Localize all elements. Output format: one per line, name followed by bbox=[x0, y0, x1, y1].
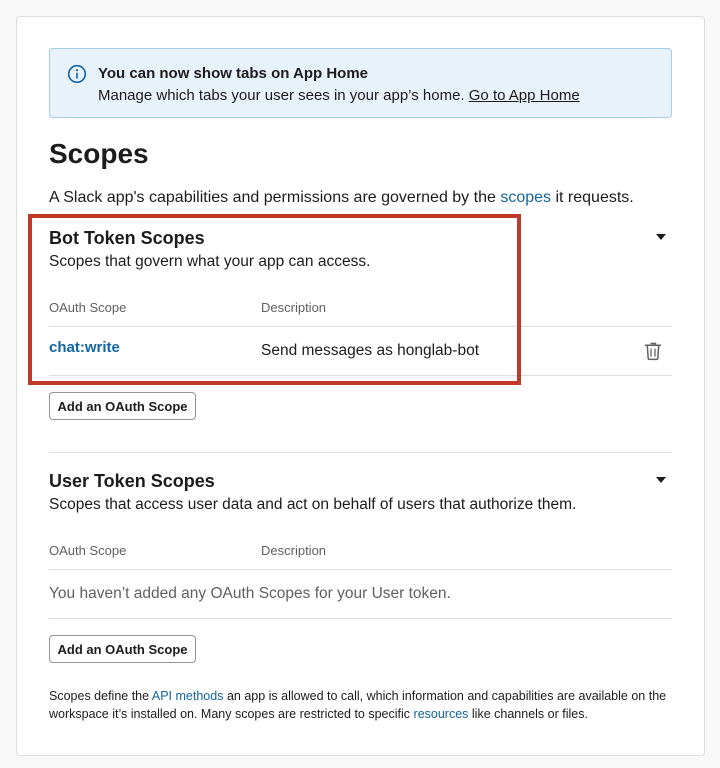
banner-body-text: Manage which tabs your user sees in your… bbox=[98, 87, 465, 104]
intro-text-before: A Slack app's capabilities and permissio… bbox=[49, 189, 496, 206]
divider bbox=[49, 375, 672, 376]
footer-text-3: like channels or files. bbox=[471, 707, 588, 721]
bot-scopes-collapse-caret-icon[interactable] bbox=[656, 234, 666, 240]
section-divider bbox=[49, 452, 672, 453]
bot-add-oauth-scope-button[interactable]: Add an OAuth Scope bbox=[49, 392, 196, 420]
scopes-link[interactable]: scopes bbox=[500, 189, 551, 206]
divider bbox=[49, 326, 672, 327]
resources-link[interactable]: resources bbox=[414, 707, 469, 721]
info-icon bbox=[67, 64, 87, 84]
user-col-oauth-scope: OAuth Scope bbox=[49, 543, 127, 558]
banner-body: Manage which tabs your user sees in your… bbox=[98, 87, 580, 104]
page-title: Scopes bbox=[49, 138, 149, 169]
user-add-oauth-scope-button[interactable]: Add an OAuth Scope bbox=[49, 635, 196, 663]
info-banner: You can now show tabs on App Home Manage… bbox=[49, 48, 672, 118]
user-token-scopes-subtitle: Scopes that access user data and act on … bbox=[49, 496, 577, 513]
go-to-app-home-link[interactable]: Go to App Home bbox=[469, 87, 580, 104]
user-token-scopes-title: User Token Scopes bbox=[49, 471, 215, 491]
banner-title: You can now show tabs on App Home bbox=[98, 65, 369, 82]
scopes-footer-note: Scopes define the API methods an app is … bbox=[49, 687, 674, 723]
user-scopes-empty-message: You haven’t added any OAuth Scopes for y… bbox=[49, 585, 451, 602]
bot-col-description: Description bbox=[261, 300, 327, 315]
bot-col-oauth-scope: OAuth Scope bbox=[49, 300, 127, 315]
trash-icon[interactable] bbox=[644, 341, 662, 361]
intro-text-after: it requests. bbox=[555, 189, 634, 206]
divider bbox=[49, 569, 672, 570]
user-scopes-collapse-caret-icon[interactable] bbox=[656, 477, 666, 483]
divider bbox=[49, 618, 672, 619]
bot-token-scopes-title: Bot Token Scopes bbox=[49, 228, 205, 248]
footer-text-1: Scopes define the bbox=[49, 689, 150, 703]
api-methods-link[interactable]: API methods bbox=[152, 689, 224, 703]
user-col-description: Description bbox=[261, 543, 327, 558]
bot-token-scopes-subtitle: Scopes that govern what your app can acc… bbox=[49, 253, 371, 270]
scope-description: Send messages as honglab-bot bbox=[261, 342, 480, 359]
scope-name-chat-write[interactable]: chat:write bbox=[49, 339, 120, 356]
scopes-intro: A Slack app's capabilities and permissio… bbox=[49, 189, 634, 207]
